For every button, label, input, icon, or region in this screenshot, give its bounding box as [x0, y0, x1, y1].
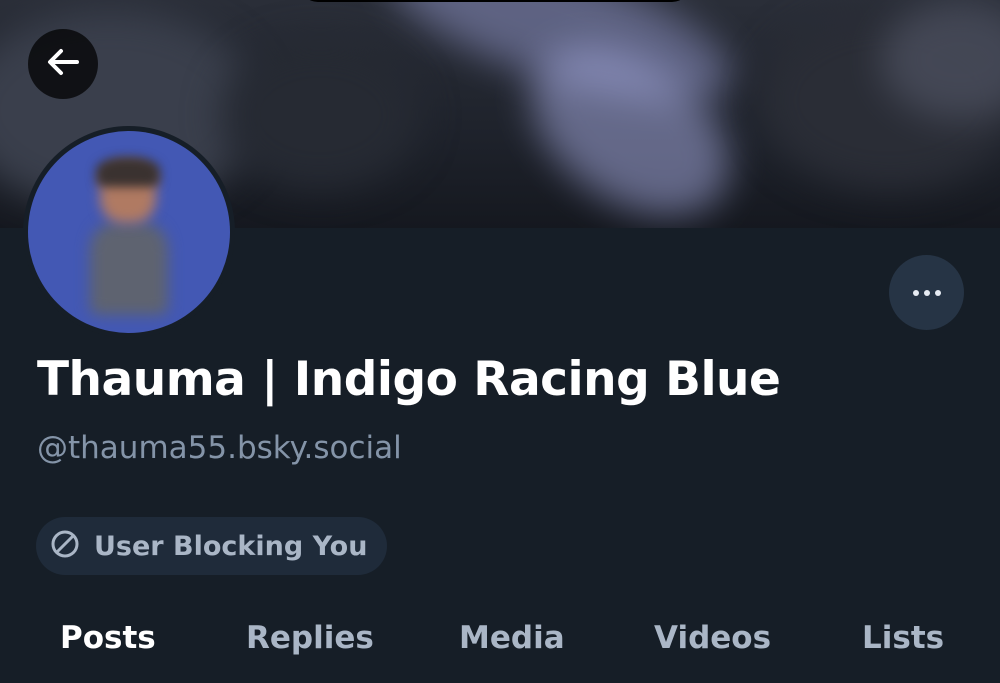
avatar-figure-body	[90, 223, 168, 315]
more-options-button[interactable]	[889, 255, 964, 330]
blocking-status-label: User Blocking You	[94, 530, 368, 562]
avatar-figure-hair	[96, 157, 160, 187]
tab-replies[interactable]: Replies	[246, 620, 374, 656]
device-notch	[300, 0, 690, 2]
banner-image-region	[220, 40, 420, 190]
tab-lists[interactable]: Lists	[862, 620, 944, 656]
arrow-left-icon	[41, 40, 85, 88]
tab-posts[interactable]: Posts	[60, 620, 156, 656]
block-icon	[50, 529, 80, 563]
profile-display-name: Thauma | Indigo Racing Blue	[37, 352, 781, 407]
tab-videos[interactable]: Videos	[654, 620, 771, 656]
avatar-ring	[23, 126, 235, 338]
avatar[interactable]	[28, 131, 230, 333]
tab-media[interactable]: Media	[459, 620, 565, 656]
back-button[interactable]	[28, 29, 98, 99]
blocking-status-badge: User Blocking You	[36, 517, 388, 575]
ellipsis-icon	[912, 289, 941, 296]
profile-handle: @thauma55.bsky.social	[37, 430, 402, 466]
